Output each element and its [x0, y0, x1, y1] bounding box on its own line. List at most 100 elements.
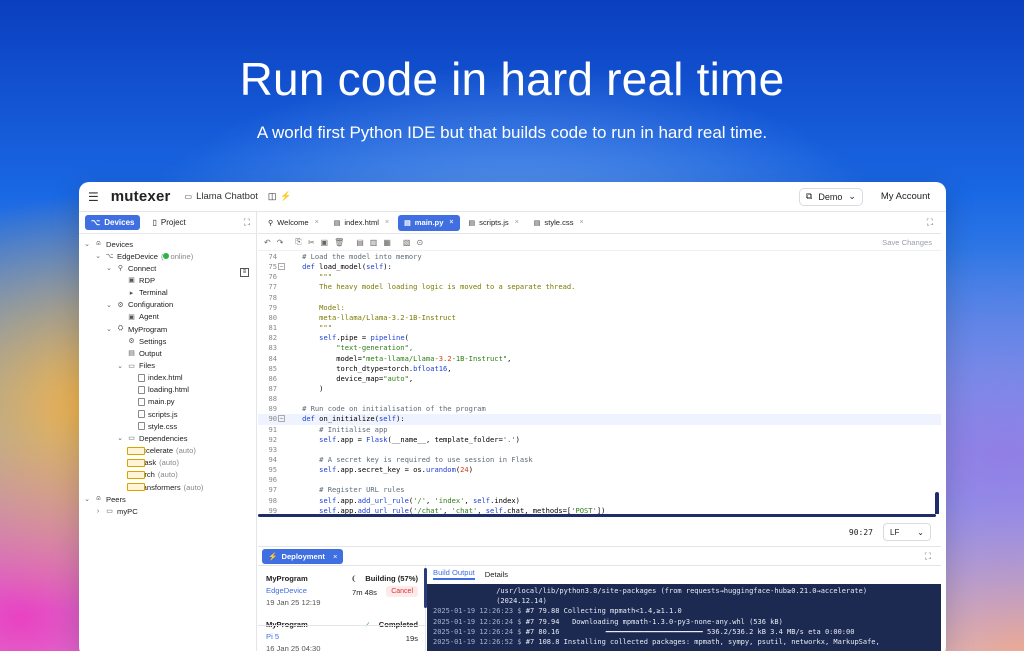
- layout-icon[interactable]: ◫: [268, 191, 277, 202]
- close-icon[interactable]: ×: [385, 219, 389, 226]
- code-line[interactable]: 85 torch_dtype=torch.bfloat16,: [258, 364, 941, 374]
- tree-item[interactable]: transformers (auto): [127, 481, 203, 493]
- tree-item[interactable]: ⌄ ⩄ Devices: [83, 238, 133, 250]
- close-icon[interactable]: ×: [333, 552, 337, 561]
- expand-icon[interactable]: ⛶: [925, 551, 931, 562]
- tab-project[interactable]: ▯ Project: [146, 215, 191, 230]
- tree-item[interactable]: torch (auto): [127, 469, 178, 481]
- collapse-all-icon[interactable]: ≡: [240, 268, 249, 277]
- chevron-down-icon[interactable]: ⌄: [105, 325, 113, 333]
- code-line[interactable]: 75− def load_model(self):: [258, 262, 941, 272]
- tree-item[interactable]: accelerate (auto): [127, 445, 196, 457]
- fold-toggle-icon[interactable]: −: [278, 263, 285, 271]
- code-line[interactable]: 89 # Run code on initialisation of the p…: [258, 404, 941, 414]
- horizontal-scrollbar[interactable]: [258, 514, 936, 517]
- tree-item[interactable]: ⌄ ⛭ MyProgram: [105, 323, 167, 335]
- tab-index-html[interactable]: ▤ index.html ×: [328, 215, 395, 231]
- code-line[interactable]: 81 """: [258, 323, 941, 333]
- code-line[interactable]: 74 # Load the model into memory: [258, 252, 941, 262]
- chevron-right-icon[interactable]: ›: [94, 508, 102, 515]
- tree-item[interactable]: scripts.js: [127, 408, 178, 420]
- close-icon[interactable]: ×: [449, 219, 453, 226]
- tab-welcome[interactable]: ⚲ Welcome ×: [262, 215, 325, 231]
- code-line[interactable]: 91 # Initialise app: [258, 425, 941, 435]
- doc-icon[interactable]: ▧: [403, 238, 411, 247]
- code-line[interactable]: 90− def on_initialize(self):: [258, 414, 941, 425]
- deployment-item[interactable]: MyProgram EdgeDevice 19 Jan 25 12:19 ❨ Build…: [258, 574, 426, 614]
- tab-scripts-js[interactable]: ▤ scripts.js ×: [463, 215, 525, 231]
- tree-item[interactable]: ▣ RDP: [116, 274, 155, 286]
- chevron-down-icon[interactable]: ⌄: [83, 495, 91, 503]
- tree-item[interactable]: ⌄ ⌥ EdgeDevice(online): [94, 250, 193, 262]
- code-line[interactable]: 86 device_map="auto",: [258, 374, 941, 384]
- tree-item[interactable]: ⌄ ⚲ Connect: [105, 262, 156, 274]
- tab-details[interactable]: Details: [485, 570, 508, 579]
- code-line[interactable]: 80 meta-llama/Llama-3.2-1B-Instruct: [258, 313, 941, 323]
- chevron-down-icon[interactable]: ⌄: [116, 434, 124, 442]
- tree-item[interactable]: style.css: [127, 420, 177, 432]
- undo-icon[interactable]: ↶: [264, 238, 271, 247]
- tab-build-output[interactable]: Build Output: [433, 568, 475, 580]
- code-line[interactable]: 84 model="meta-llama/Llama-3.2-1B-Instru…: [258, 354, 941, 364]
- code-line[interactable]: 79 Model:: [258, 303, 941, 313]
- code-line[interactable]: 77 The heavy model loading logic is move…: [258, 282, 941, 292]
- tree-item[interactable]: ▣ Agent: [116, 311, 159, 323]
- code-editor[interactable]: 74 # Load the model into memory 75− def l…: [258, 252, 941, 514]
- close-icon[interactable]: ×: [580, 219, 584, 226]
- tab-main-py[interactable]: ▤ main.py ×: [398, 214, 460, 231]
- chevron-down-icon[interactable]: ⌄: [83, 240, 91, 248]
- tree-item[interactable]: ⌄ ▭ Files: [116, 360, 155, 372]
- code-line[interactable]: 76 """: [258, 272, 941, 282]
- tree-item[interactable]: ⚙ Settings: [116, 335, 166, 347]
- terminal-output[interactable]: /usr/local/lib/python3.8/site-packages (…: [427, 584, 941, 651]
- indent-icon[interactable]: ▥: [370, 238, 378, 247]
- paste-icon[interactable]: ▣: [321, 238, 329, 247]
- code-line[interactable]: 87 ): [258, 384, 941, 394]
- tree-item[interactable]: main.py: [127, 396, 175, 408]
- tab-style-css[interactable]: ▤ style.css ×: [528, 215, 590, 231]
- expand-icon[interactable]: ⛶: [244, 217, 250, 228]
- code-line[interactable]: 92 self.app = Flask(__name__, template_f…: [258, 435, 941, 445]
- play-icon[interactable]: ⊙: [416, 238, 423, 247]
- demo-selector[interactable]: ⧉ Demo ⌄: [798, 187, 863, 206]
- format-icon[interactable]: ▤: [356, 238, 364, 247]
- expand-icon[interactable]: ⛶: [927, 217, 933, 228]
- cancel-button[interactable]: Cancel: [386, 586, 418, 597]
- code-line[interactable]: 83 "text-generation",: [258, 343, 941, 353]
- code-line[interactable]: 98 self.app.add_url_rule('/', 'index', s…: [258, 496, 941, 506]
- code-line[interactable]: 94 # A secret key is required to use ses…: [258, 455, 941, 465]
- delete-icon[interactable]: 🗑: [334, 238, 344, 247]
- code-line[interactable]: 96: [258, 475, 941, 485]
- tree-item[interactable]: Flask (auto): [127, 457, 179, 469]
- tab-deployment[interactable]: ⚡ Deployment ×: [262, 549, 344, 564]
- tree-item[interactable]: ▤ Output: [116, 347, 162, 359]
- tree-item[interactable]: loading.html: [127, 384, 189, 396]
- tree-item[interactable]: › ▭ myPC: [94, 505, 138, 517]
- comment-icon[interactable]: ▦: [383, 238, 391, 247]
- cut-icon[interactable]: ✂: [308, 238, 315, 247]
- project-selector[interactable]: ▭ Llama Chatbot: [185, 191, 258, 202]
- flash-icon[interactable]: ⚡: [280, 191, 291, 202]
- chevron-down-icon[interactable]: ⌄: [94, 252, 102, 260]
- fold-toggle-icon[interactable]: −: [278, 415, 285, 423]
- chevron-down-icon[interactable]: ⌄: [116, 362, 124, 370]
- code-line[interactable]: 88: [258, 394, 941, 404]
- close-icon[interactable]: ×: [515, 219, 519, 226]
- tree-item[interactable]: ⌄ ▭ Dependencies: [116, 432, 188, 444]
- code-line[interactable]: 78: [258, 293, 941, 303]
- code-line[interactable]: 95 self.app.secret_key = os.urandom(24): [258, 465, 941, 475]
- chevron-down-icon[interactable]: ⌄: [105, 301, 113, 309]
- tree-item[interactable]: ⌄ ⚙ Configuration: [105, 299, 173, 311]
- copy-icon[interactable]: ⎘: [295, 237, 301, 247]
- tree-item[interactable]: ▸ Terminal: [116, 287, 168, 299]
- code-line[interactable]: 97 # Register URL rules: [258, 485, 941, 495]
- tree-item[interactable]: ⌄ ⩄ Peers: [83, 493, 126, 505]
- chevron-down-icon[interactable]: ⌄: [105, 264, 113, 272]
- save-button[interactable]: Save Changes: [882, 238, 932, 247]
- tree-item[interactable]: index.html: [127, 372, 183, 384]
- sidebar-toggle-icon[interactable]: ☰: [88, 190, 99, 204]
- code-line[interactable]: 93: [258, 445, 941, 455]
- tab-devices[interactable]: ⌥ Devices: [85, 215, 141, 230]
- redo-icon[interactable]: ↷: [277, 238, 284, 247]
- close-icon[interactable]: ×: [315, 219, 319, 226]
